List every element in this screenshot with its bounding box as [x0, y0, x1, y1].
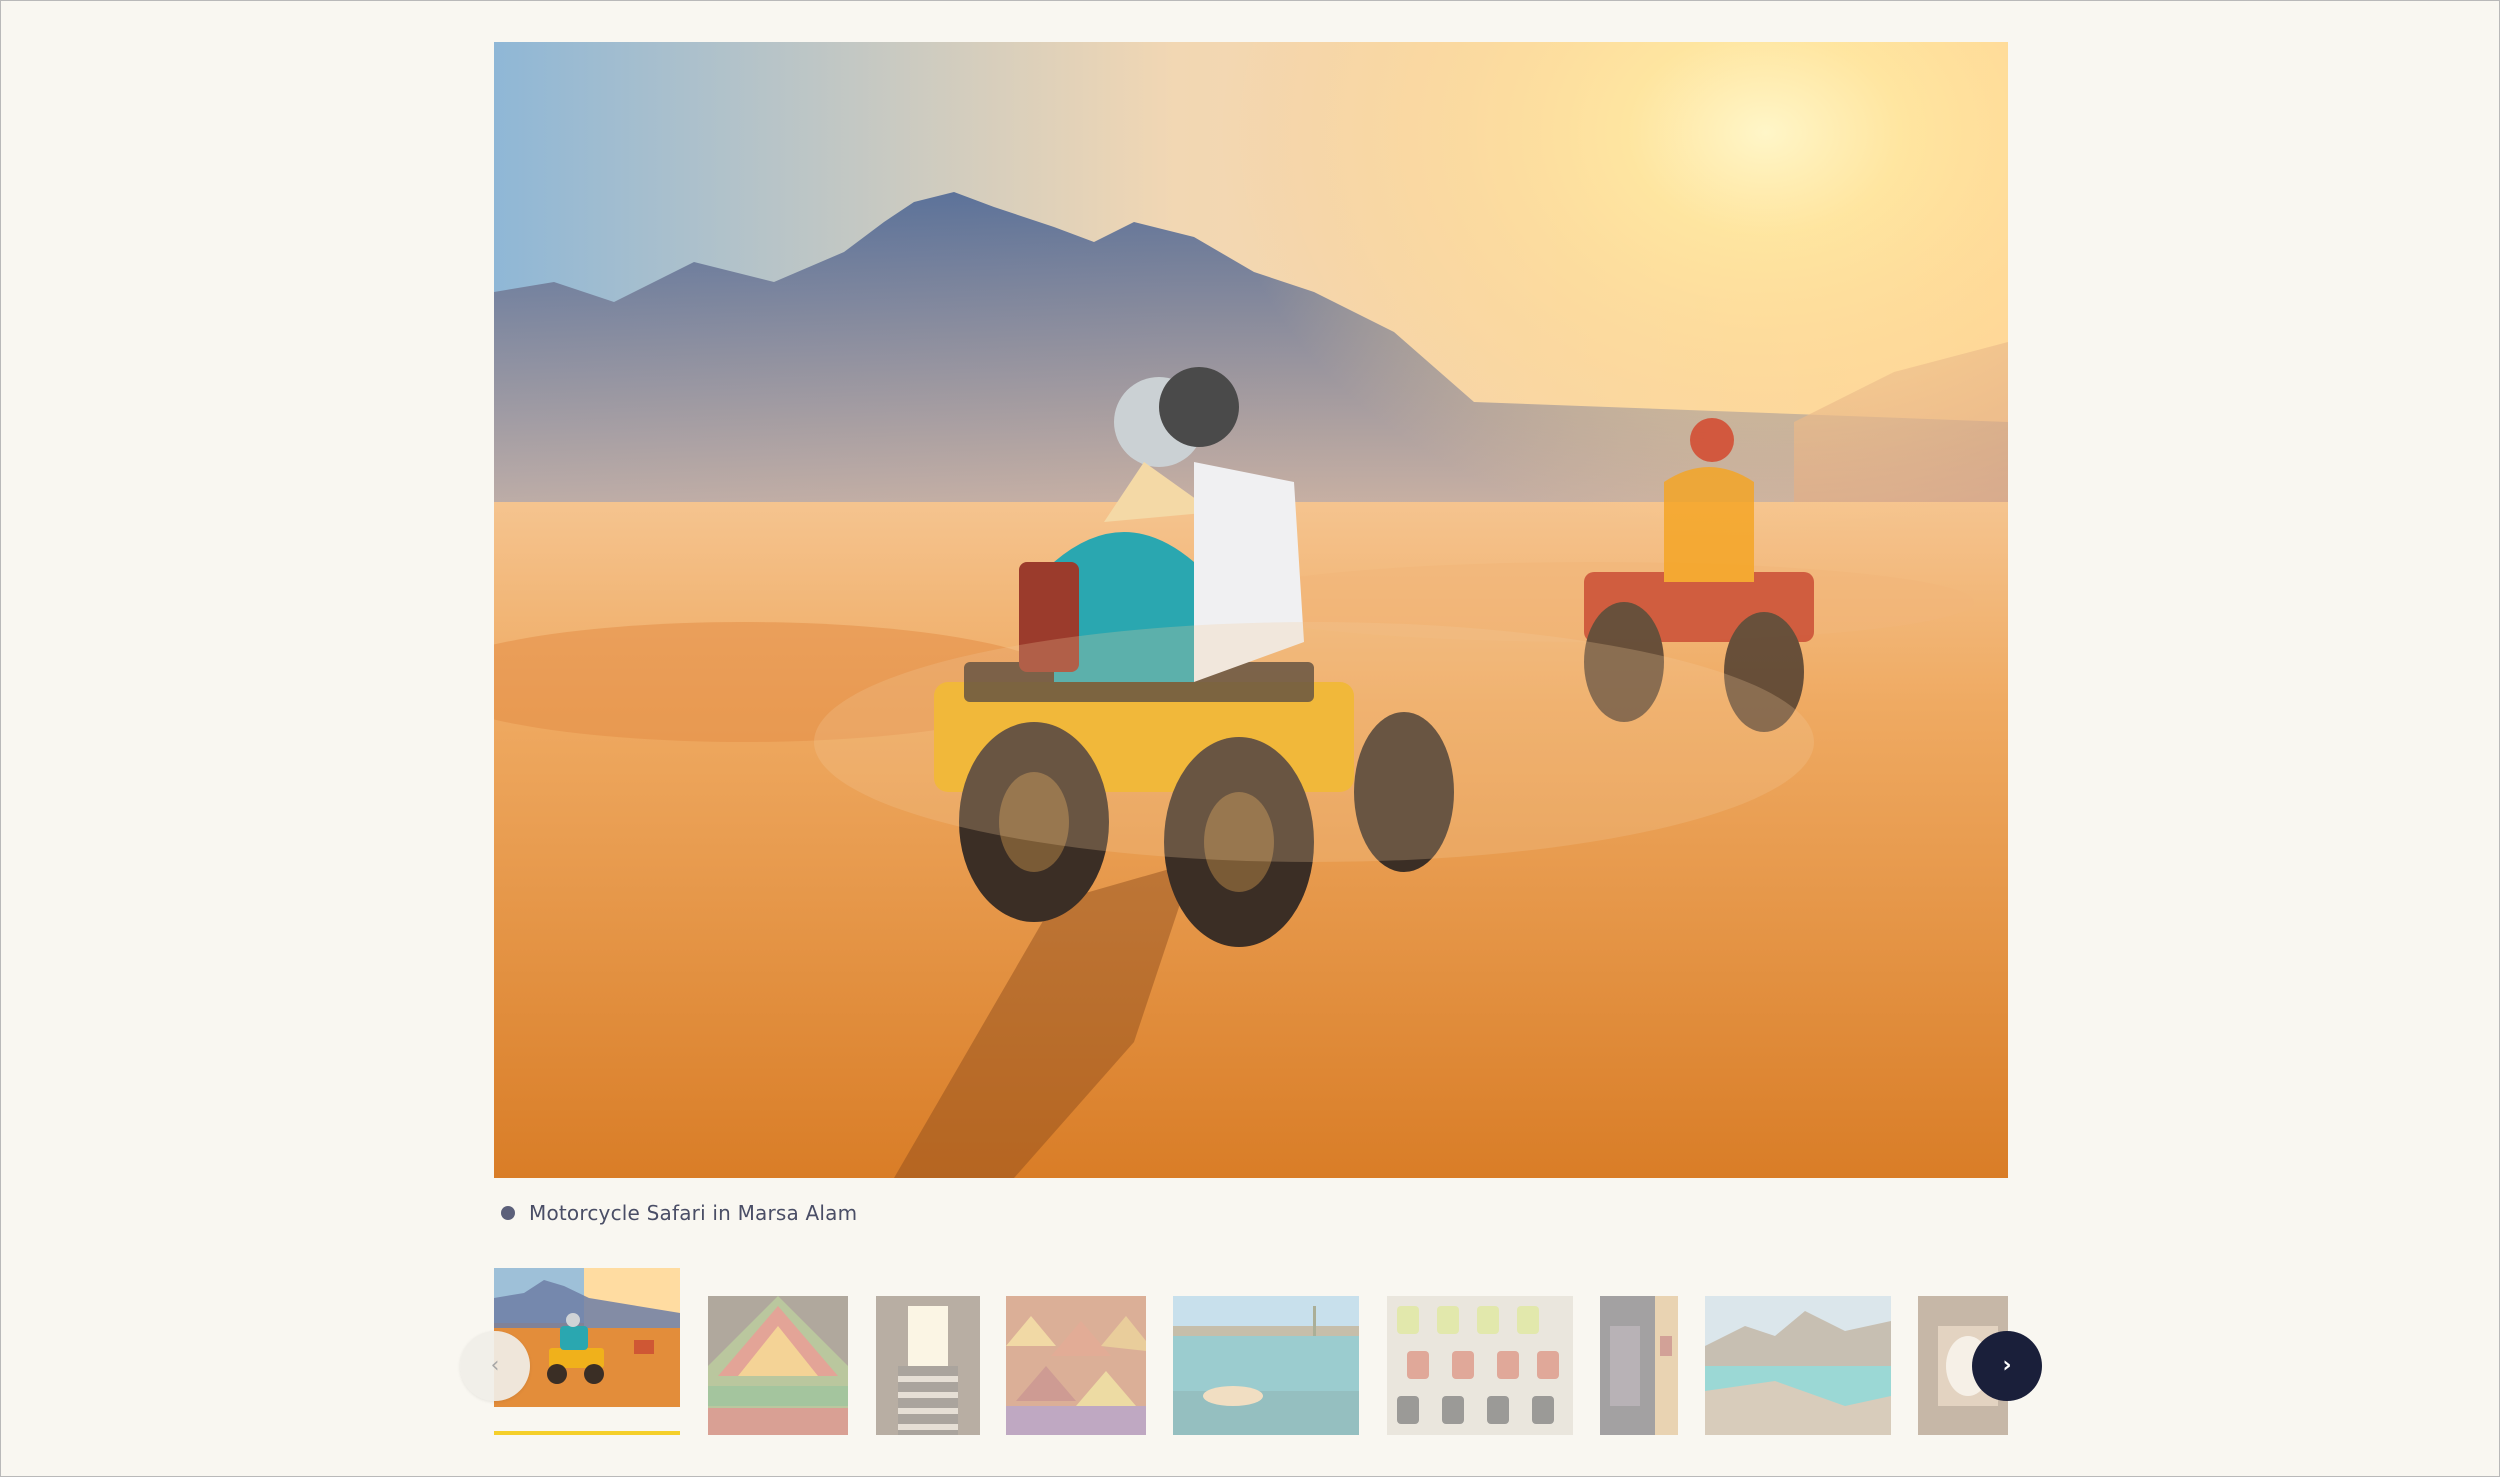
caption-text: Motorcycle Safari in Marsa Alam: [529, 1201, 858, 1225]
main-photo[interactable]: [494, 42, 2008, 1178]
thumbnail-stone-stairway[interactable]: [876, 1296, 980, 1435]
chevron-right-icon: ›: [2002, 1353, 2012, 1378]
thumbnail-strip: [494, 1268, 2008, 1438]
desert-quad-bike-photo: [494, 42, 2008, 1178]
thumbnail-image: [1006, 1296, 1146, 1435]
thumbnail-vegetable-market[interactable]: [708, 1296, 848, 1435]
thumbnail-coastal-bay[interactable]: [1705, 1296, 1891, 1435]
thumbnail-image: [1705, 1296, 1891, 1435]
thumbnail-temple-corridor[interactable]: [1600, 1296, 1678, 1435]
thumbnail-image: [708, 1296, 848, 1435]
previous-button[interactable]: ‹: [460, 1331, 530, 1401]
thumbnail-image: [876, 1296, 980, 1435]
thumbnail-image: [1173, 1296, 1359, 1435]
thumbnail-image: [1387, 1296, 1573, 1435]
thumbnail-perfume-bottles[interactable]: [1387, 1296, 1573, 1435]
thumbnail-spice-market[interactable]: [1006, 1296, 1146, 1435]
chevron-left-icon: ‹: [490, 1353, 500, 1378]
thumbnail-image: [1600, 1296, 1678, 1435]
dot-icon: [501, 1206, 515, 1220]
photo-caption: Motorcycle Safari in Marsa Alam: [501, 1198, 857, 1228]
gallery-page: Motorcycle Safari in Marsa Alam ‹ ›: [0, 0, 2500, 1477]
active-thumbnail-indicator: [494, 1431, 680, 1435]
next-button[interactable]: ›: [1972, 1331, 2042, 1401]
thumbnail-snorkeling[interactable]: [1173, 1296, 1359, 1435]
